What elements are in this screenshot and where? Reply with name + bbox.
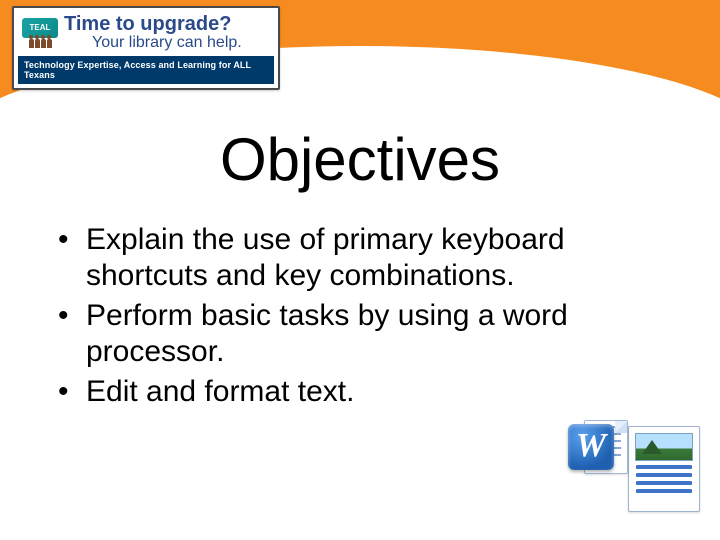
people-icon — [29, 39, 52, 48]
list-item: Explain the use of primary keyboard shor… — [58, 222, 680, 294]
objectives-list: Explain the use of primary keyboard shor… — [40, 222, 680, 410]
word-picture-icon-group: W — [568, 412, 700, 512]
list-item: Edit and format text. — [58, 374, 680, 410]
teal-badge: TEAL Time to upgrade? Your library can h… — [12, 6, 280, 90]
document-photo-icon — [628, 426, 700, 512]
word-w-badge: W — [568, 424, 614, 470]
badge-line-upgrade: Time to upgrade? — [64, 14, 270, 35]
badge-footer: Technology Expertise, Access and Learnin… — [18, 56, 274, 84]
landscape-photo-icon — [635, 433, 693, 461]
teal-logo: TEAL — [22, 18, 58, 38]
teal-logo-block: TEAL — [22, 18, 58, 48]
ms-word-icon: W — [568, 414, 634, 480]
list-item: Perform basic tasks by using a word proc… — [58, 298, 680, 370]
badge-lines: Time to upgrade? Your library can help. — [64, 14, 270, 52]
slide-content: Objectives Explain the use of primary ke… — [0, 120, 720, 414]
badge-line-library: Your library can help. — [64, 35, 270, 52]
slide-title: Objectives — [40, 125, 680, 194]
badge-top: TEAL Time to upgrade? Your library can h… — [18, 12, 274, 56]
